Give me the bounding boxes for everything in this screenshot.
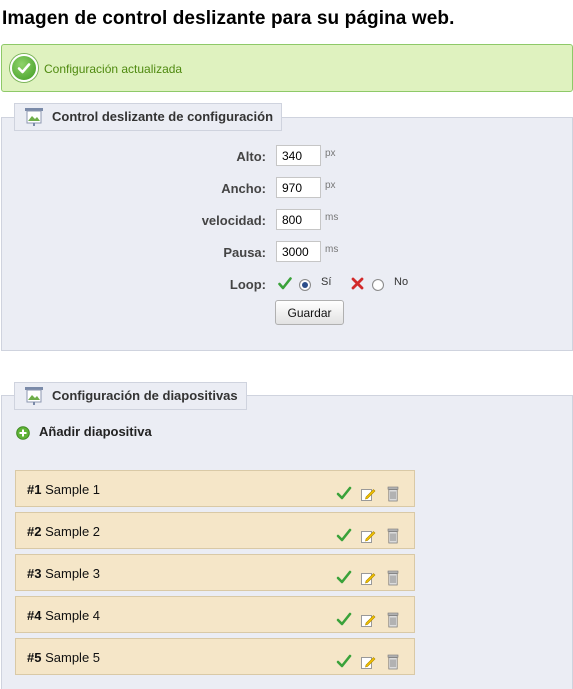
enabled-check-icon[interactable]	[336, 528, 352, 547]
width-label: Ancho:	[221, 181, 266, 196]
slide-name: Sample 3	[45, 566, 101, 581]
slide-number: #3	[27, 566, 42, 581]
pause-row: Pausa: ms	[2, 241, 573, 265]
slider-config-icon	[24, 107, 44, 136]
slide-name: Sample 5	[45, 650, 101, 665]
enabled-check-icon[interactable]	[336, 612, 352, 631]
slide-row[interactable]: #3 Sample 3	[15, 554, 415, 591]
slide-name: Sample 2	[45, 524, 101, 539]
edit-icon[interactable]	[360, 528, 376, 549]
height-row: Alto: px	[2, 145, 573, 169]
delete-icon[interactable]	[386, 570, 400, 591]
slide-number: #5	[27, 650, 42, 665]
loop-yes-label: Sí	[321, 276, 332, 288]
slide-number: #2	[27, 524, 42, 539]
edit-icon[interactable]	[360, 486, 376, 507]
loop-yes-radio[interactable]	[299, 279, 311, 291]
slide-number: #4	[27, 608, 42, 623]
save-button[interactable]: Guardar	[275, 300, 344, 325]
width-input[interactable]	[276, 177, 321, 198]
slide-title: #5 Sample 5	[27, 650, 100, 665]
enabled-check-icon[interactable]	[336, 486, 352, 505]
edit-icon[interactable]	[360, 612, 376, 633]
loop-no-radio[interactable]	[372, 279, 384, 291]
loop-label: Loop:	[229, 277, 266, 292]
height-unit: px	[325, 148, 336, 159]
add-slide-label: Añadir diapositiva	[39, 424, 152, 439]
cross-icon	[351, 277, 364, 295]
slide-name: Sample 4	[45, 608, 101, 623]
pause-unit: ms	[325, 244, 339, 255]
enabled-check-icon[interactable]	[336, 654, 352, 673]
slide-title: #2 Sample 2	[27, 524, 100, 539]
height-label: Alto:	[236, 149, 266, 164]
pause-input[interactable]	[276, 241, 321, 262]
delete-icon[interactable]	[386, 612, 400, 633]
loop-no-label: No	[394, 276, 409, 288]
check-icon	[278, 277, 292, 295]
slides-config-icon	[24, 386, 44, 415]
slide-title: #3 Sample 3	[27, 566, 100, 581]
edit-icon[interactable]	[360, 654, 376, 675]
delete-icon[interactable]	[386, 486, 400, 507]
edit-icon[interactable]	[360, 570, 376, 591]
speed-label: velocidad:	[201, 213, 266, 228]
pause-label: Pausa:	[223, 245, 266, 260]
loop-row: Loop: Sí No	[2, 273, 573, 297]
confirmation-message: Configuración actualizada	[1, 44, 573, 92]
slide-row[interactable]: #2 Sample 2	[15, 512, 415, 549]
delete-icon[interactable]	[386, 654, 400, 675]
speed-row: velocidad: ms	[2, 209, 573, 233]
slides-config-legend: Configuración de diapositivas	[14, 382, 247, 410]
height-input[interactable]	[276, 145, 321, 166]
page-title: Imagen de control deslizante para su pág…	[2, 8, 455, 29]
slide-row[interactable]: #4 Sample 4	[15, 596, 415, 633]
delete-icon[interactable]	[386, 528, 400, 549]
slide-title: #1 Sample 1	[27, 482, 100, 497]
speed-unit: ms	[325, 212, 339, 223]
enabled-check-icon[interactable]	[336, 570, 352, 589]
slide-title: #4 Sample 4	[27, 608, 100, 623]
slides-config-legend-text: Configuración de diapositivas	[52, 388, 238, 403]
add-icon	[16, 426, 30, 445]
slide-name: Sample 1	[45, 482, 101, 497]
slide-row[interactable]: #5 Sample 5	[15, 638, 415, 675]
confirmation-text: Configuración actualizada	[44, 62, 183, 76]
slider-config-legend-text: Control deslizante de configuración	[52, 109, 274, 124]
slider-config-legend: Control deslizante de configuración	[14, 103, 283, 131]
slide-row[interactable]: #1 Sample 1	[15, 470, 415, 507]
slide-number: #1	[27, 482, 42, 497]
check-circle-icon	[10, 54, 38, 82]
speed-input[interactable]	[276, 209, 321, 230]
width-unit: px	[325, 180, 336, 191]
width-row: Ancho: px	[2, 177, 573, 201]
